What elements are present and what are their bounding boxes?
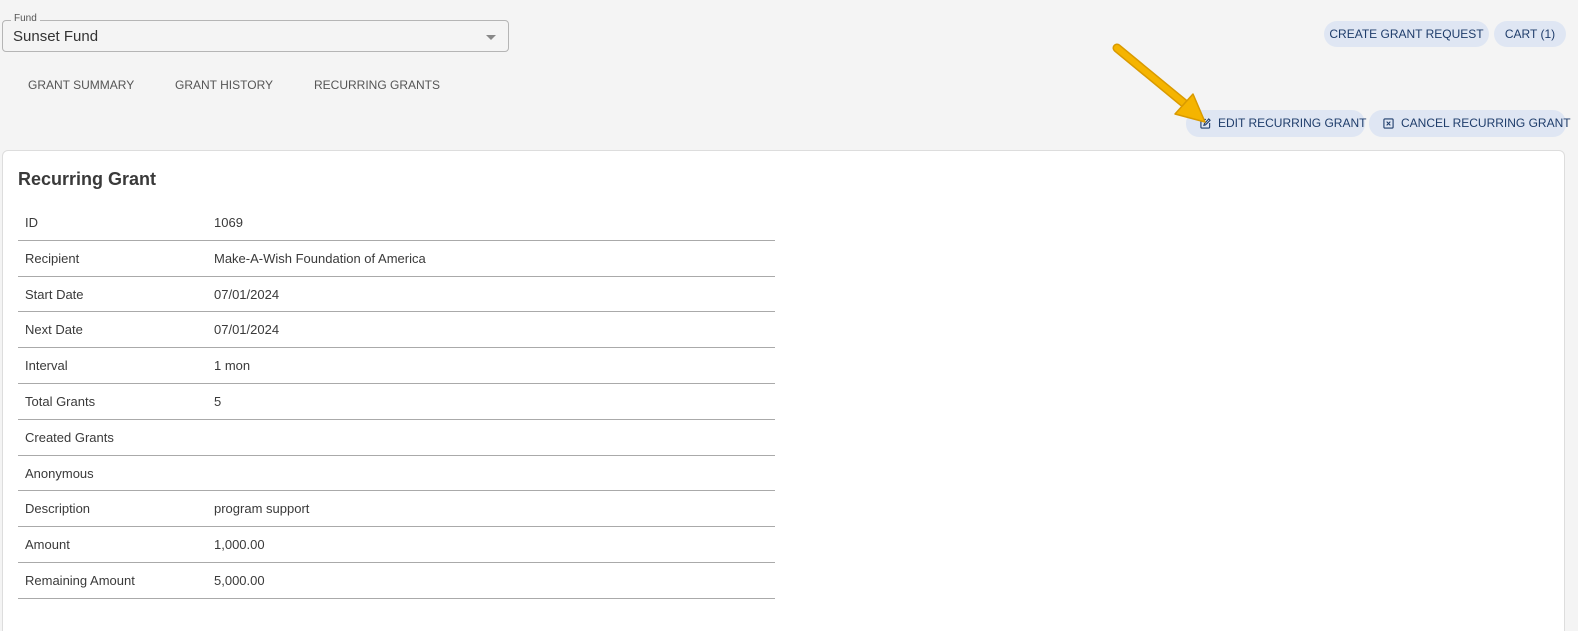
page: Fund Sunset Fund CREATE GRANT REQUEST CA… (0, 0, 1578, 631)
fund-select[interactable]: Fund Sunset Fund (2, 13, 509, 52)
detail-label: Amount (25, 537, 70, 553)
detail-value: 1 mon (214, 358, 251, 374)
create-grant-request-button[interactable]: CREATE GRANT REQUEST (1324, 21, 1489, 47)
cancel-recurring-grant-button[interactable]: CANCEL RECURRING GRANT (1369, 110, 1571, 137)
recurring-grant-card: Recurring Grant ID 1069 Recipient Make-A… (2, 150, 1565, 631)
chevron-down-icon[interactable] (486, 35, 496, 40)
detail-value: 5,000.00 (214, 572, 265, 588)
tab-grant-history[interactable]: GRANT HISTORY (175, 78, 273, 92)
fund-value: Sunset Fund (13, 28, 99, 45)
detail-label: Description (25, 501, 91, 517)
detail-value: 1069 (214, 215, 243, 230)
cart-button[interactable]: CART (1) (1494, 21, 1566, 47)
tab-grant-summary[interactable]: GRANT SUMMARY (28, 78, 134, 92)
close-box-icon (1383, 118, 1394, 129)
detail-value: program support (214, 501, 310, 517)
fund-label: Fund (11, 13, 40, 25)
detail-row: Amount 1,000.00 (18, 527, 775, 563)
detail-label: Recipient (25, 250, 80, 266)
card-title: Recurring Grant (18, 169, 157, 189)
detail-row: Created Grants (18, 420, 775, 456)
detail-row: Interval 1 mon (18, 348, 775, 384)
detail-label: Start Date (25, 286, 84, 302)
detail-value: 1,000.00 (214, 537, 265, 553)
detail-value: Make-A-Wish Foundation of America (214, 250, 426, 266)
tab-recurring-grants[interactable]: RECURRING GRANTS (314, 78, 440, 92)
detail-label: Created Grants (25, 429, 114, 445)
detail-label: Next Date (25, 322, 83, 338)
detail-row: Total Grants 5 (18, 384, 775, 420)
detail-label: Anonymous (25, 465, 94, 481)
detail-table: ID 1069 Recipient Make-A-Wish Foundation… (18, 205, 775, 599)
detail-value: 07/01/2024 (214, 322, 280, 338)
detail-row: Remaining Amount 5,000.00 (18, 563, 775, 599)
detail-row: Description program support (18, 491, 775, 528)
detail-row: Anonymous (18, 456, 775, 492)
detail-label: Remaining Amount (25, 572, 135, 588)
edit-recurring-grant-label: EDIT RECURRING GRANT (1218, 116, 1367, 130)
detail-row: ID 1069 (18, 205, 775, 241)
detail-value: 5 (214, 393, 222, 409)
cancel-recurring-grant-label: CANCEL RECURRING GRANT (1401, 116, 1571, 130)
detail-value: 07/01/2024 (214, 286, 280, 302)
detail-label: Total Grants (25, 393, 96, 409)
detail-row: Next Date 07/01/2024 (18, 312, 775, 349)
detail-label: Interval (25, 358, 68, 374)
detail-label: ID (25, 215, 38, 230)
detail-row: Recipient Make-A-Wish Foundation of Amer… (18, 241, 775, 277)
detail-row: Start Date 07/01/2024 (18, 277, 775, 313)
annotation-arrow (1112, 43, 1206, 123)
